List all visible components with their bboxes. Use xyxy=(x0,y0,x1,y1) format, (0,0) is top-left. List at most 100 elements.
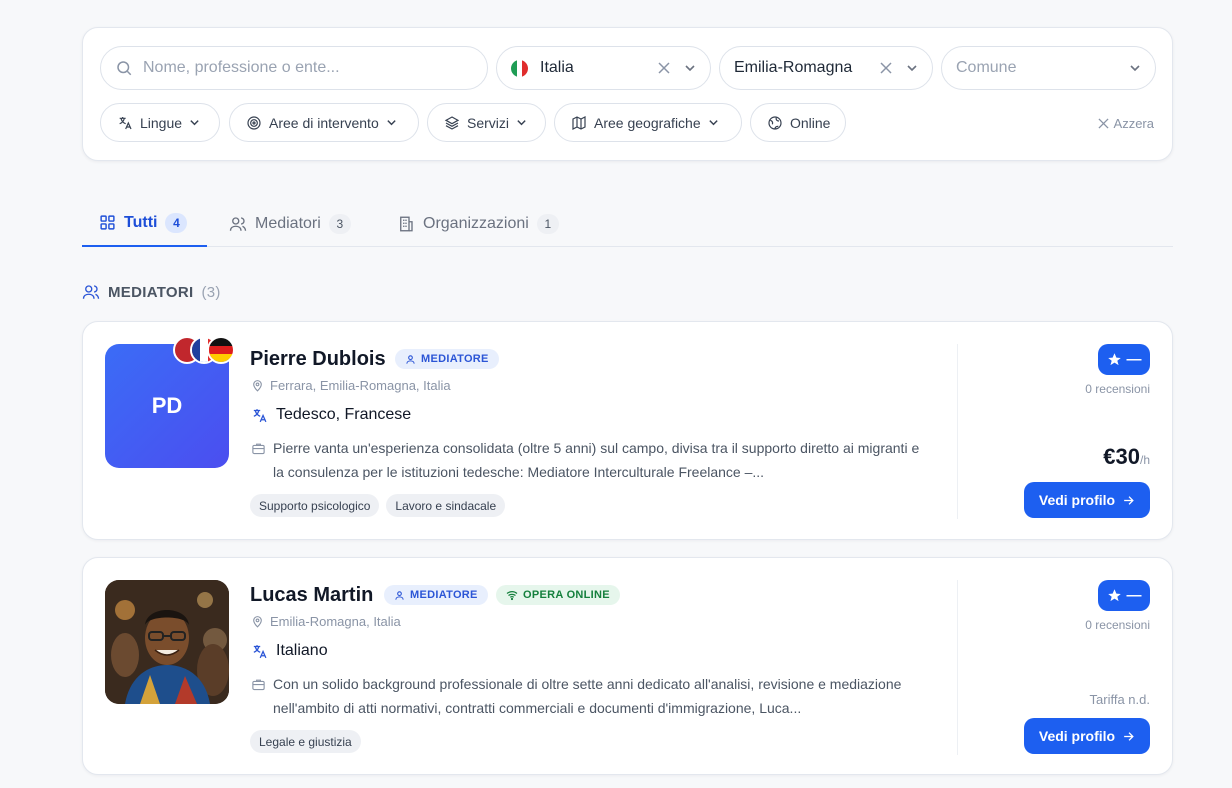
badge-label: OPERA ONLINE xyxy=(523,589,610,601)
tag: Lavoro e sindacale xyxy=(386,494,506,517)
languages: Italiano xyxy=(251,642,328,660)
country-select[interactable]: Italia xyxy=(496,46,711,90)
tab-count: 4 xyxy=(165,212,188,233)
translate-icon xyxy=(253,408,267,422)
rating-value: — xyxy=(1126,351,1142,368)
tab-mediatori[interactable]: Mediatori 3 xyxy=(229,200,351,247)
star-icon xyxy=(1107,589,1121,602)
chevron-down-icon[interactable] xyxy=(906,62,918,74)
building-icon xyxy=(400,216,413,231)
chip-lingue[interactable]: Lingue xyxy=(100,103,220,142)
layers-icon xyxy=(444,115,460,130)
chip-label: Lingue xyxy=(140,114,183,131)
chip-label: Servizi xyxy=(467,114,510,131)
arrow-right-icon xyxy=(1124,731,1134,741)
rating-badge: — xyxy=(1098,344,1150,375)
view-profile-button[interactable]: Vedi profilo xyxy=(1024,718,1150,754)
mediator-badge: MEDIATORE xyxy=(384,585,488,605)
description: Pierre vanta un'esperienza consolidata (… xyxy=(251,436,941,484)
button-label: Vedi profilo xyxy=(1038,492,1116,508)
avatar-photo xyxy=(105,580,229,704)
briefcase-icon xyxy=(252,443,265,455)
mediator-name[interactable]: Lucas Martin xyxy=(250,584,373,607)
tab-label: Tutti xyxy=(124,213,158,231)
tag-list: Supporto psicologico Lavoro e sindacale xyxy=(250,494,506,517)
italy-flag-icon xyxy=(511,59,528,77)
location: Emilia-Romagna, Italia xyxy=(251,614,401,629)
briefcase-icon xyxy=(252,679,265,691)
translate-icon xyxy=(253,644,267,658)
tag: Legale e giustizia xyxy=(250,730,361,753)
chip-label: Aree di intervento xyxy=(269,114,379,131)
chip-aree-geografiche[interactable]: Aree geografiche xyxy=(554,103,742,142)
rating-badge: — xyxy=(1098,580,1150,611)
arrow-right-icon xyxy=(1124,495,1134,505)
map-icon xyxy=(572,115,586,130)
chevron-down-icon xyxy=(708,120,718,126)
location-text: Ferrara, Emilia-Romagna, Italia xyxy=(270,378,451,393)
tab-organizzazioni[interactable]: Organizzazioni 1 xyxy=(397,200,559,247)
badge-label: MEDIATORE xyxy=(410,589,478,601)
reviews-count: 0 recensioni xyxy=(1085,382,1150,396)
tag-list: Legale e giustizia xyxy=(250,730,361,753)
avatar-initials: PD xyxy=(151,393,183,418)
users-icon xyxy=(229,216,247,231)
divider xyxy=(957,580,958,755)
button-label: Vedi profilo xyxy=(1038,728,1116,744)
rating-value: — xyxy=(1126,587,1142,604)
region-select[interactable]: Emilia-Romagna xyxy=(719,46,933,90)
description-text: Con un solido background professionale d… xyxy=(273,676,902,716)
description: Con un solido background professionale d… xyxy=(251,672,941,720)
portrait-image xyxy=(105,580,229,704)
language-flags xyxy=(173,336,243,364)
section-title-label: MEDIATORI xyxy=(108,283,194,301)
languages: Tedesco, Francese xyxy=(251,406,411,424)
view-profile-button[interactable]: Vedi profilo xyxy=(1024,482,1150,518)
chevron-down-icon[interactable] xyxy=(1129,62,1141,74)
reset-label: Azzera xyxy=(1113,116,1154,131)
tag: Supporto psicologico xyxy=(250,494,380,517)
country-value: Italia xyxy=(540,59,574,76)
search-placeholder: Nome, professione o ente... xyxy=(143,59,340,76)
chevron-down-icon[interactable] xyxy=(684,62,696,74)
price-unit: /h xyxy=(1139,453,1150,467)
mediator-card[interactable]: Lucas Martin MEDIATORE OPERA ONLINE Emil… xyxy=(82,557,1173,775)
section-title: MEDIATORI (3) xyxy=(82,283,221,301)
chip-servizi[interactable]: Servizi xyxy=(427,103,546,142)
tab-count: 3 xyxy=(328,213,351,234)
chip-online[interactable]: Online xyxy=(750,103,846,142)
map-pin-icon xyxy=(253,380,262,392)
globe-icon xyxy=(768,115,782,130)
tab-count: 1 xyxy=(536,213,559,234)
clear-icon[interactable] xyxy=(658,62,670,74)
location-text: Emilia-Romagna, Italia xyxy=(270,614,401,629)
section-count: (3) xyxy=(201,283,221,301)
wifi-icon xyxy=(506,591,518,601)
search-input[interactable]: Nome, professione o ente... xyxy=(100,46,488,90)
divider xyxy=(957,344,958,519)
rate-not-available: Tariffa n.d. xyxy=(1089,692,1150,707)
grid-icon xyxy=(100,215,115,230)
chip-aree-intervento[interactable]: Aree di intervento xyxy=(229,103,419,142)
mediator-name[interactable]: Pierre Dublois xyxy=(250,348,386,371)
chevron-down-icon xyxy=(517,120,526,126)
online-badge: OPERA ONLINE xyxy=(496,585,620,605)
mediator-badge: MEDIATORE xyxy=(395,349,499,369)
translate-icon xyxy=(119,116,132,129)
tab-tutti[interactable]: Tutti 4 xyxy=(82,200,207,247)
search-icon xyxy=(115,59,133,77)
user-icon xyxy=(406,354,415,364)
chip-label: Aree geografiche xyxy=(594,114,701,131)
user-icon xyxy=(395,590,404,600)
close-icon xyxy=(1097,118,1109,129)
comune-select[interactable]: Comune xyxy=(941,46,1156,90)
chip-label: Online xyxy=(790,114,831,131)
clear-icon[interactable] xyxy=(880,62,892,74)
price: €30/h xyxy=(1103,444,1150,470)
price-value: €30 xyxy=(1103,444,1140,469)
users-icon xyxy=(82,285,100,299)
germany-flag-icon xyxy=(207,336,235,364)
mediator-card[interactable]: PD Pierre Dublois MEDIATORE Ferrara, Emi… xyxy=(82,321,1173,540)
reset-filters-button[interactable]: Azzera xyxy=(1097,116,1154,131)
badge-label: MEDIATORE xyxy=(421,353,489,365)
